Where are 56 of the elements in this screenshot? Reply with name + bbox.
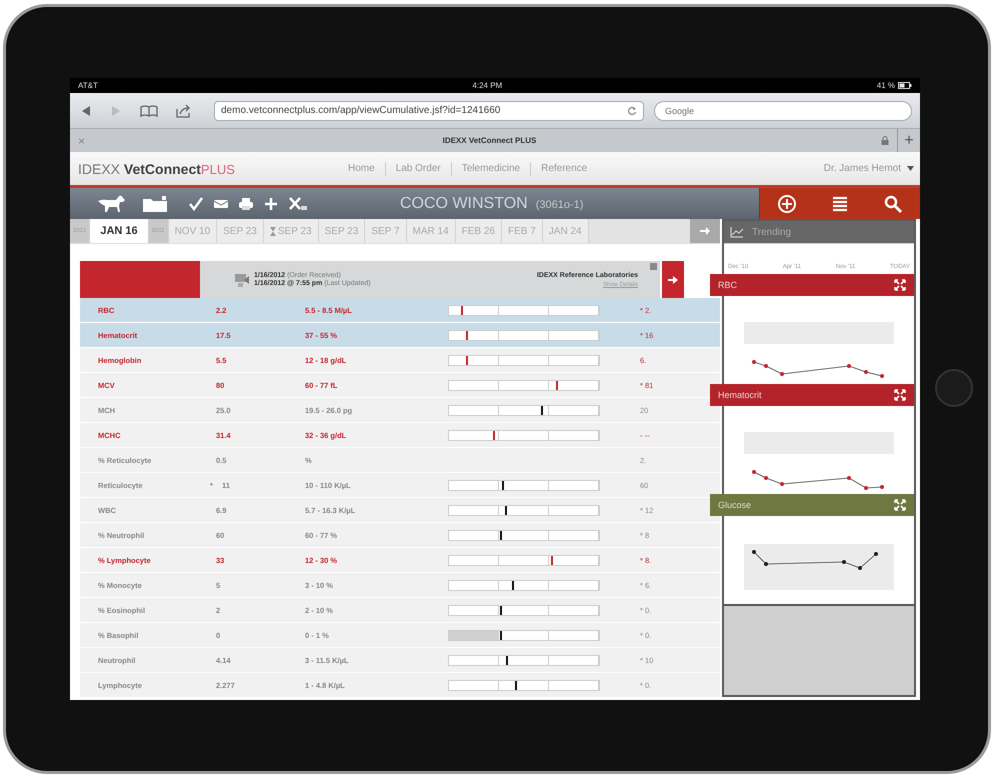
arrow-right-icon xyxy=(700,227,710,235)
address-field[interactable]: demo.vetconnectplus.com/app/viewCumulative.jsf?id=1241660 xyxy=(214,100,644,120)
caret-icon xyxy=(907,166,914,171)
nav-link[interactable]: Home xyxy=(348,163,375,174)
battery-icon xyxy=(898,82,912,89)
dog-icon xyxy=(96,194,126,212)
clock-time: 4:24 PM xyxy=(472,81,502,90)
list-icon xyxy=(831,194,849,212)
expand-icon xyxy=(894,499,906,511)
cross-icon xyxy=(288,196,308,212)
date-tab[interactable]: SEP 23 xyxy=(318,219,366,243)
forward-arrow-icon xyxy=(110,104,122,116)
date-tab[interactable]: SEP 23 xyxy=(264,219,319,243)
nav-link[interactable]: Telemedicine xyxy=(462,163,520,174)
plus-icon xyxy=(264,196,278,210)
computer-icon xyxy=(234,272,250,288)
line-chart-icon xyxy=(730,226,744,238)
patient-id: (3061o-1) xyxy=(536,198,584,210)
date-tab[interactable]: SEP 7 xyxy=(365,219,407,243)
date-tab[interactable]: NOV 10 xyxy=(168,219,218,243)
user-menu[interactable]: Dr. James Hemot xyxy=(824,163,914,174)
reload-icon xyxy=(627,106,637,116)
card-header[interactable]: RBC xyxy=(710,274,914,296)
date-tab[interactable]: SEP 23 xyxy=(217,219,264,243)
nav-link[interactable]: Reference xyxy=(541,163,588,174)
share-icon xyxy=(176,104,192,118)
battery-percent: 41 % xyxy=(876,81,895,90)
search-field[interactable]: Google xyxy=(654,100,912,120)
checkmark-icon xyxy=(188,196,204,210)
back-arrow-icon xyxy=(80,104,92,116)
expand-icon xyxy=(894,279,906,291)
card-header[interactable]: Glucose xyxy=(710,494,914,516)
close-tab-button[interactable]: × xyxy=(78,134,98,148)
date-tab[interactable]: MAR 14 xyxy=(406,219,456,243)
nav-link[interactable]: Lab Order xyxy=(396,163,441,174)
search-icon xyxy=(883,194,903,214)
plus-circle-icon xyxy=(777,194,797,214)
patient-name: COCO WINSTON xyxy=(400,194,528,212)
date-tab[interactable]: JAN 24 xyxy=(542,219,589,243)
tab-title[interactable]: IDEXX VetConnect PLUS xyxy=(98,136,881,145)
lock-icon xyxy=(881,136,889,145)
date-tab[interactable]: FEB 26 xyxy=(456,219,502,243)
card-header[interactable]: Hematocrit xyxy=(710,384,914,406)
expand-button[interactable] xyxy=(662,261,684,298)
date-tab[interactable]: JAN 16 xyxy=(90,219,149,243)
panel-title: Trending xyxy=(752,226,792,238)
carrier-label: AT&T xyxy=(78,81,98,90)
expand-icon xyxy=(894,389,906,401)
printer-icon xyxy=(238,196,254,210)
hourglass-icon xyxy=(270,226,276,236)
logo[interactable]: IDEXX VetConnectPLUS xyxy=(78,160,348,176)
book-icon xyxy=(140,104,158,116)
envelope-icon xyxy=(214,198,228,208)
folder-icon xyxy=(142,194,168,212)
arrow-right-icon xyxy=(668,274,678,284)
date-tab[interactable]: FEB 7 xyxy=(502,219,543,243)
